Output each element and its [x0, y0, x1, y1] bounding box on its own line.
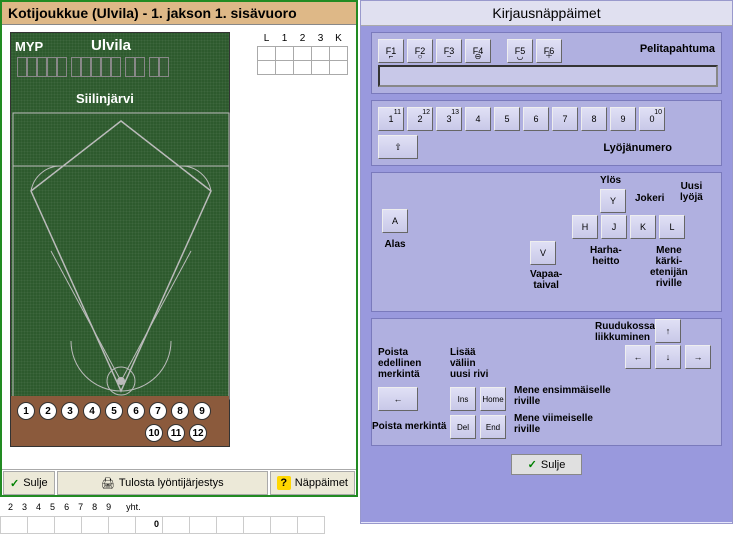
y-key[interactable]: Y [600, 189, 626, 213]
myp-label: MYP [15, 39, 43, 54]
navigation-section: Ruudukossa liikkuminen ↑ ← ↓ → Poista ed… [371, 318, 722, 446]
field-diagram [11, 111, 231, 401]
print-order-button[interactable]: 🖨Tulosta lyöntijärjestys [57, 471, 268, 495]
num-0-key[interactable]: 010 [639, 107, 665, 131]
field-panel-buttons: ✓Sulje 🖨Tulosta lyöntijärjestys ?Näppäim… [2, 469, 356, 495]
arrow-right-key[interactable]: → [685, 345, 711, 369]
player-num[interactable]: 12 [189, 424, 207, 442]
lyojanumero-label: Lyöjänumero [603, 142, 672, 154]
f1-key[interactable]: F1⌐ [378, 39, 404, 63]
ylos-label: Ylös [600, 175, 621, 186]
fkey-section: F1⌐ F2○ F3− F4⊖ F5◡ F6＋ Pelitapahtuma [371, 32, 722, 94]
mene-ensi-label: Mene ensimmäiselle riville [514, 385, 611, 407]
event-input[interactable] [378, 65, 718, 87]
harhaheitto-label: Harha- heitto [590, 245, 622, 267]
num-6-key[interactable]: 6 [523, 107, 549, 131]
printer-icon: 🖨 [101, 477, 115, 490]
poista-merkinta-label: Poista merkintä [372, 421, 446, 432]
field-panel: Kotijoukkue (Ulvila) - 1. jakson 1. sisä… [0, 0, 358, 497]
num-1-key[interactable]: 111 [378, 107, 404, 131]
f6-key[interactable]: F6＋ [536, 39, 562, 63]
num-3-key[interactable]: 313 [436, 107, 462, 131]
letter-keys-section: A Alas Ylös Y Jokeri Uusi lyöjä H J K L … [371, 172, 722, 312]
h-key[interactable]: H [572, 215, 598, 239]
num-9-key[interactable]: 9 [610, 107, 636, 131]
bottom-ruler: 23456789 yht. 0 [0, 500, 360, 544]
player-num[interactable]: 4 [83, 402, 101, 420]
pelitapahtuma-label: Pelitapahtuma [640, 43, 715, 55]
mene-karki-label: Mene kärki- etenijän riville [650, 245, 688, 289]
player-numbers-row1: 1 2 3 4 5 6 7 8 9 [17, 402, 211, 420]
close-button[interactable]: ✓Sulje [3, 471, 55, 495]
player-num[interactable]: 1 [17, 402, 35, 420]
f4-key[interactable]: F4⊖ [465, 39, 491, 63]
mene-viim-label: Mene viimeiselle riville [514, 413, 593, 435]
player-num[interactable]: 10 [145, 424, 163, 442]
end-key[interactable]: End [480, 415, 506, 439]
keys-button[interactable]: ?Näppäimet [270, 471, 355, 495]
player-num[interactable]: 11 [167, 424, 185, 442]
k-key[interactable]: K [630, 215, 656, 239]
f3-key[interactable]: F3− [436, 39, 462, 63]
field-panel-title: Kotijoukkue (Ulvila) - 1. jakson 1. sisä… [2, 2, 356, 25]
player-num[interactable]: 2 [39, 402, 57, 420]
arrow-up-key[interactable]: ↑ [655, 319, 681, 343]
arrow-left-key[interactable]: ← [625, 345, 651, 369]
f2-key[interactable]: F2○ [407, 39, 433, 63]
num-8-key[interactable]: 8 [581, 107, 607, 131]
f5-key[interactable]: F5◡ [507, 39, 533, 63]
arrow-down-key[interactable]: ↓ [655, 345, 681, 369]
keypad-panel-title: Kirjausnäppäimet [361, 1, 732, 26]
player-num[interactable]: 8 [171, 402, 189, 420]
player-num[interactable]: 6 [127, 402, 145, 420]
num-7-key[interactable]: 7 [552, 107, 578, 131]
player-num[interactable]: 3 [61, 402, 79, 420]
ins-key[interactable]: Ins [450, 387, 476, 411]
question-icon: ? [277, 476, 291, 490]
j-key[interactable]: J [601, 215, 627, 239]
away-team-label: Siilinjärvi [76, 91, 134, 106]
lisaa-valiin-label: Lisää väliin uusi rivi [450, 347, 488, 380]
check-icon: ✓ [528, 458, 537, 471]
shift-key[interactable]: ⇧ [378, 135, 418, 159]
a-key[interactable]: A [382, 209, 408, 233]
score-grid: L123K [257, 32, 348, 75]
v-key[interactable]: V [530, 241, 556, 265]
numkey-section: 111 212 313 4 5 6 7 8 9 010 ⇧ Lyöjänumer… [371, 100, 722, 166]
check-icon: ✓ [10, 477, 19, 490]
backspace-key[interactable]: ← [378, 387, 418, 411]
close-keypad-button[interactable]: ✓ Sulje [511, 454, 583, 475]
alas-label: Alas [382, 239, 408, 250]
playing-field: MYP Ulvila Siilinjärvi [10, 32, 230, 447]
player-num[interactable]: 7 [149, 402, 167, 420]
poista-edellinen-label: Poista edellinen merkintä [378, 347, 421, 380]
keypad-panel: Kirjausnäppäimet F1⌐ F2○ F3− F4⊖ F5◡ F6＋… [360, 0, 733, 524]
uusi-lyoja-label: Uusi lyöjä [680, 181, 703, 203]
player-num[interactable]: 9 [193, 402, 211, 420]
jokeri-label: Jokeri [635, 193, 664, 204]
player-num[interactable]: 5 [105, 402, 123, 420]
num-2-key[interactable]: 212 [407, 107, 433, 131]
l-key[interactable]: L [659, 215, 685, 239]
num-4-key[interactable]: 4 [465, 107, 491, 131]
num-5-key[interactable]: 5 [494, 107, 520, 131]
vapaataival-label: Vapaa- taival [530, 269, 562, 291]
home-key[interactable]: Home [480, 387, 506, 411]
player-numbers-row2: 10 11 12 [145, 424, 207, 442]
home-team-label: Ulvila [91, 37, 131, 54]
scorebox-row [17, 57, 169, 77]
del-key[interactable]: Del [450, 415, 476, 439]
